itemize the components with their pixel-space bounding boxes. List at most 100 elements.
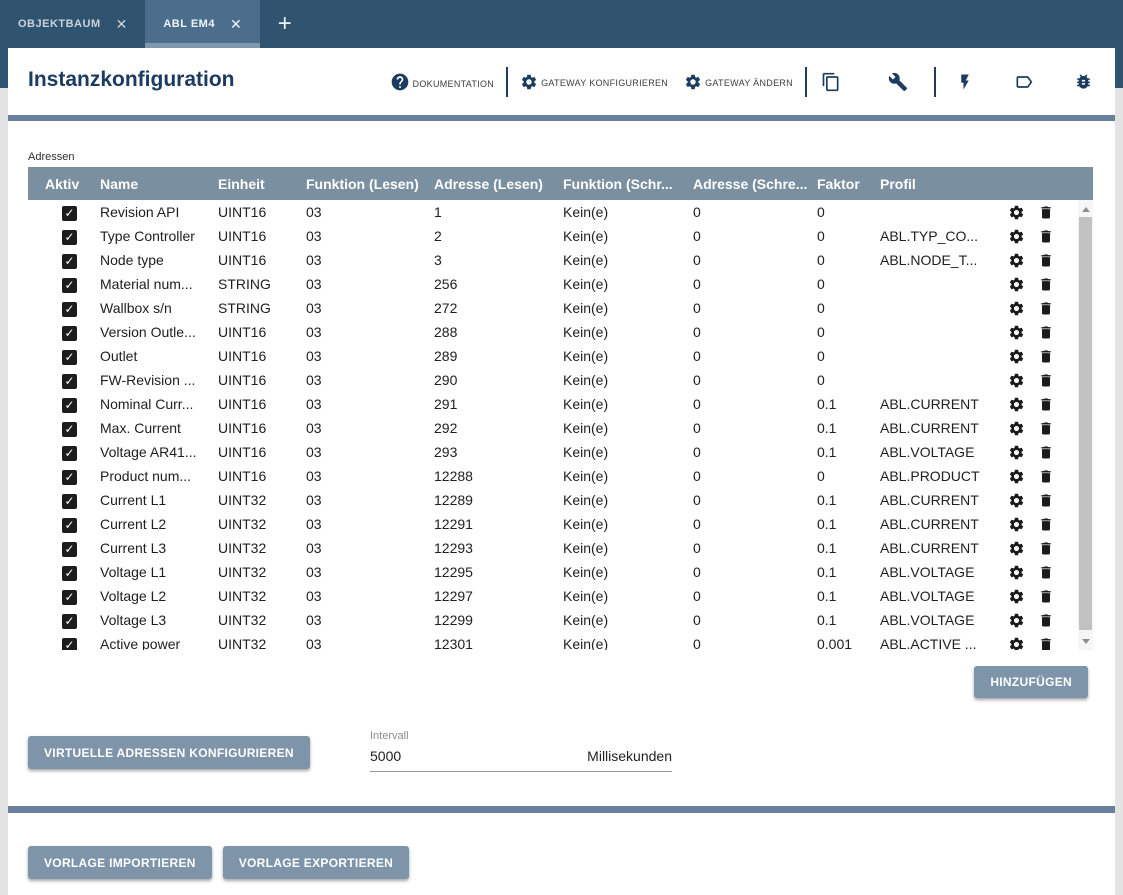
- cell-adresse-lesen: 291: [434, 396, 563, 412]
- row-delete-trash-icon[interactable]: [1038, 324, 1054, 341]
- aktiv-checkbox[interactable]: ✓: [62, 326, 77, 341]
- row-delete-trash-icon[interactable]: [1038, 564, 1054, 581]
- close-icon[interactable]: ✕: [116, 17, 128, 31]
- row-settings-gear-icon[interactable]: [1008, 468, 1025, 485]
- aktiv-checkbox[interactable]: ✓: [62, 638, 77, 651]
- row-delete-trash-icon[interactable]: [1038, 492, 1054, 509]
- row-delete-trash-icon[interactable]: [1038, 636, 1054, 651]
- bug-icon[interactable]: [1074, 72, 1093, 91]
- row-settings-gear-icon[interactable]: [1008, 204, 1025, 221]
- cell-faktor: 0.1: [817, 420, 880, 436]
- aktiv-checkbox[interactable]: ✓: [62, 470, 77, 485]
- row-delete-trash-icon[interactable]: [1038, 468, 1054, 485]
- dokumentation-button[interactable]: DOKUMENTATION: [390, 72, 495, 92]
- column-header-faktor: Faktor: [817, 176, 880, 192]
- aktiv-checkbox[interactable]: ✓: [62, 566, 77, 581]
- cell-funktion-lesen: 03: [306, 252, 434, 268]
- column-header-adresse-lesen: Adresse (Lesen): [434, 176, 563, 192]
- row-settings-gear-icon[interactable]: [1008, 540, 1025, 557]
- hinzufuegen-button[interactable]: HINZUFÜGEN: [974, 666, 1088, 698]
- row-settings-gear-icon[interactable]: [1008, 300, 1025, 317]
- row-settings-gear-icon[interactable]: [1008, 420, 1025, 437]
- aktiv-checkbox[interactable]: ✓: [62, 518, 77, 533]
- tab-abl-em4[interactable]: ABL EM4 ✕: [145, 0, 259, 48]
- interval-input[interactable]: [370, 748, 520, 764]
- row-settings-gear-icon[interactable]: [1008, 492, 1025, 509]
- row-delete-trash-icon[interactable]: [1038, 588, 1054, 605]
- cell-name: Outlet: [100, 348, 218, 364]
- aktiv-checkbox[interactable]: ✓: [62, 590, 77, 605]
- scrollbar-thumb[interactable]: [1079, 217, 1092, 630]
- tab-objektbaum[interactable]: OBJEKTBAUM ✕: [0, 0, 145, 48]
- row-delete-trash-icon[interactable]: [1038, 276, 1054, 293]
- row-delete-trash-icon[interactable]: [1038, 612, 1054, 629]
- aktiv-checkbox[interactable]: ✓: [62, 542, 77, 557]
- cell-funktion-schreiben: Kein(e): [563, 300, 693, 316]
- gateway-konfigurieren-button[interactable]: GATEWAY KONFIGURIEREN: [520, 73, 668, 91]
- row-settings-gear-icon[interactable]: [1008, 612, 1025, 629]
- add-tab-button[interactable]: +: [260, 0, 310, 48]
- row-settings-gear-icon[interactable]: [1008, 396, 1025, 413]
- cell-adresse-lesen: 290: [434, 372, 563, 388]
- row-delete-trash-icon[interactable]: [1038, 348, 1054, 365]
- table-scrollbar[interactable]: [1078, 200, 1093, 650]
- row-delete-trash-icon[interactable]: [1038, 396, 1054, 413]
- row-delete-trash-icon[interactable]: [1038, 204, 1054, 221]
- cell-einheit: STRING: [218, 276, 306, 292]
- scrollbar-down-arrow-icon[interactable]: [1082, 639, 1090, 644]
- close-icon[interactable]: ✕: [230, 17, 242, 31]
- row-delete-trash-icon[interactable]: [1038, 540, 1054, 557]
- copy-icon[interactable]: [821, 72, 841, 92]
- cell-funktion-lesen: 03: [306, 420, 434, 436]
- label-tag-icon[interactable]: [1014, 72, 1034, 92]
- aktiv-checkbox[interactable]: ✓: [62, 446, 77, 461]
- aktiv-checkbox[interactable]: ✓: [62, 254, 77, 269]
- virtuelle-adressen-button[interactable]: VIRTUELLE ADRESSEN KONFIGURIEREN: [28, 736, 310, 769]
- row-settings-gear-icon[interactable]: [1008, 348, 1025, 365]
- row-delete-trash-icon[interactable]: [1038, 252, 1054, 269]
- cell-adresse-lesen: 256: [434, 276, 563, 292]
- aktiv-checkbox[interactable]: ✓: [62, 614, 77, 629]
- cell-profil: ABL.TYP_CO...: [880, 228, 1006, 244]
- table-row: ✓ Voltage L2 UINT32 03 12297 Kein(e) 0 0…: [28, 584, 1078, 608]
- cell-faktor: 0: [817, 468, 880, 484]
- row-delete-trash-icon[interactable]: [1038, 372, 1054, 389]
- aktiv-checkbox[interactable]: ✓: [62, 494, 77, 509]
- row-delete-trash-icon[interactable]: [1038, 300, 1054, 317]
- row-settings-gear-icon[interactable]: [1008, 372, 1025, 389]
- row-delete-trash-icon[interactable]: [1038, 516, 1054, 533]
- aktiv-checkbox[interactable]: ✓: [62, 350, 77, 365]
- row-settings-gear-icon[interactable]: [1008, 564, 1025, 581]
- aktiv-checkbox[interactable]: ✓: [62, 302, 77, 317]
- table-row: ✓ Revision API UINT16 03 1 Kein(e) 0 0: [28, 200, 1078, 224]
- cell-funktion-lesen: 03: [306, 564, 434, 580]
- wrench-icon[interactable]: [888, 72, 908, 92]
- cell-adresse-schreiben: 0: [693, 492, 817, 508]
- lightning-icon[interactable]: [956, 72, 974, 92]
- aktiv-checkbox[interactable]: ✓: [62, 398, 77, 413]
- row-settings-gear-icon[interactable]: [1008, 588, 1025, 605]
- aktiv-checkbox[interactable]: ✓: [62, 374, 77, 389]
- row-settings-gear-icon[interactable]: [1008, 324, 1025, 341]
- row-delete-trash-icon[interactable]: [1038, 228, 1054, 245]
- row-delete-trash-icon[interactable]: [1038, 444, 1054, 461]
- row-settings-gear-icon[interactable]: [1008, 444, 1025, 461]
- vorlage-exportieren-button[interactable]: VORLAGE EXPORTIEREN: [223, 846, 409, 879]
- scrollbar-up-arrow-icon[interactable]: [1082, 207, 1090, 212]
- cell-name: Wallbox s/n: [100, 300, 218, 316]
- aktiv-checkbox[interactable]: ✓: [62, 278, 77, 293]
- aktiv-checkbox[interactable]: ✓: [62, 206, 77, 221]
- row-settings-gear-icon[interactable]: [1008, 228, 1025, 245]
- aktiv-checkbox[interactable]: ✓: [62, 230, 77, 245]
- bottom-buttons: VORLAGE IMPORTIEREN VORLAGE EXPORTIEREN: [28, 846, 409, 879]
- row-settings-gear-icon[interactable]: [1008, 276, 1025, 293]
- cell-einheit: UINT32: [218, 516, 306, 532]
- row-delete-trash-icon[interactable]: [1038, 420, 1054, 437]
- vorlage-importieren-button[interactable]: VORLAGE IMPORTIEREN: [28, 846, 212, 879]
- interval-field: Intervall Millisekunden: [370, 730, 672, 772]
- row-settings-gear-icon[interactable]: [1008, 636, 1025, 651]
- aktiv-checkbox[interactable]: ✓: [62, 422, 77, 437]
- row-settings-gear-icon[interactable]: [1008, 516, 1025, 533]
- row-settings-gear-icon[interactable]: [1008, 252, 1025, 269]
- gateway-aendern-button[interactable]: GATEWAY ÄNDERN: [684, 73, 793, 91]
